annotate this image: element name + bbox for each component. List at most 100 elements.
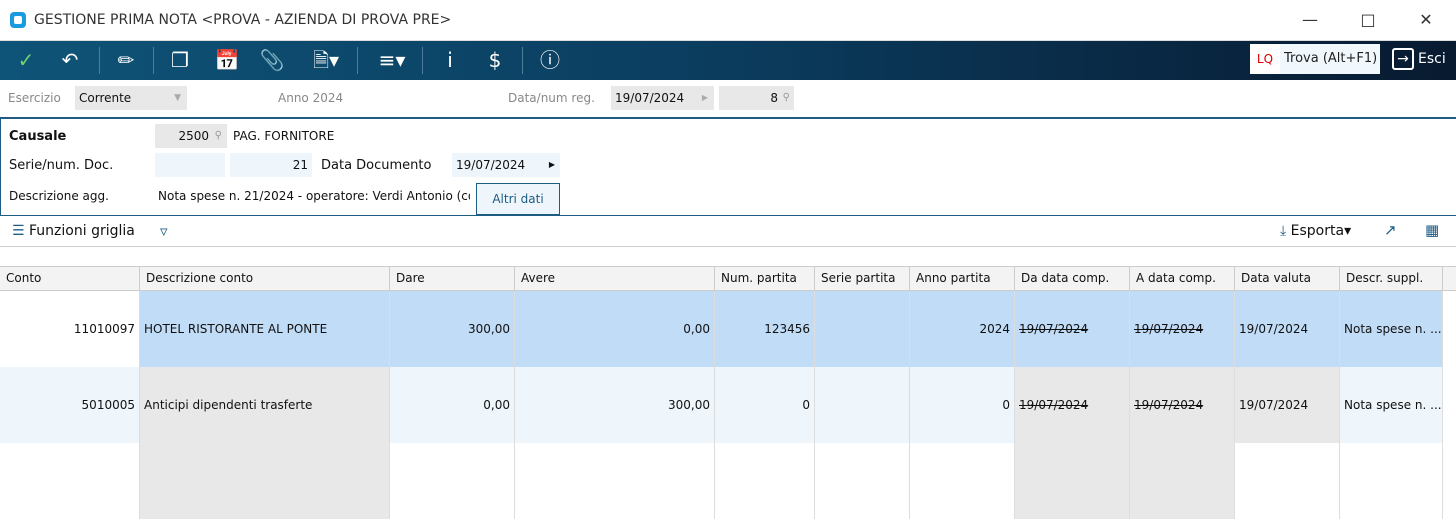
entries-grid: Conto Descrizione conto Dare Avere Num. part… (0, 266, 1456, 519)
grid-cell-anno[interactable]: 0 (910, 367, 1015, 443)
grid-cell-num_partita[interactable]: 123456 (715, 291, 815, 367)
empty-cell[interactable] (390, 443, 515, 519)
num-doc-input[interactable]: 21 (230, 153, 312, 177)
toolbar: ✓ ↶ ✏ ❐ 📅 📎 🗎▾ ≡▾ i $ ⓘ (0, 41, 1456, 80)
column-header[interactable]: Num. partita (715, 266, 815, 291)
serie-input[interactable] (155, 153, 225, 177)
grid-functions-button[interactable]: ☰ Funzioni griglia (12, 223, 135, 239)
grid-cell-suppl[interactable]: Nota spese n. ... (1340, 367, 1443, 443)
grid-cell-anno[interactable]: 2024 (910, 291, 1015, 367)
data-reg-field[interactable]: 19/07/2024 ▶ (611, 86, 714, 110)
num-reg-field[interactable]: 8 ⚲ (719, 86, 794, 110)
dollar-icon[interactable]: $ (475, 41, 515, 80)
empty-cell[interactable] (815, 443, 910, 519)
grid-cell-descr[interactable]: HOTEL RISTORANTE AL PONTE (140, 291, 390, 367)
column-header[interactable]: Conto (0, 266, 140, 291)
column-header[interactable] (1443, 266, 1456, 291)
grid-toolbar: ☰ Funzioni griglia ▿ ⤓ Esporta▾ ↗ ▦ (0, 217, 1456, 247)
separator (422, 47, 423, 74)
exit-icon: → (1392, 48, 1414, 70)
grid-cell-avere[interactable]: 0,00 (515, 291, 715, 367)
window-title: GESTIONE PRIMA NOTA <PROVA - AZIENDA DI … (34, 12, 452, 28)
column-header[interactable]: Da data comp. (1015, 266, 1130, 291)
grid-cell-avere[interactable]: 300,00 (515, 367, 715, 443)
column-header[interactable]: A data comp. (1130, 266, 1235, 291)
grid-cell-dare[interactable]: 300,00 (390, 291, 515, 367)
registration-header: Esercizio Corrente ▼ Anno 2024 Data/num r… (0, 80, 1456, 119)
empty-cell[interactable] (1340, 443, 1443, 519)
grid-cell-da_data[interactable]: 19/07/2024 (1015, 291, 1130, 367)
separator (357, 47, 358, 74)
document-menu-icon[interactable]: 🗎▾ (302, 41, 350, 80)
empty-cell[interactable] (1130, 443, 1235, 519)
export-label: Esporta (1290, 223, 1345, 239)
copy-icon[interactable]: ❐ (160, 41, 200, 80)
grid-cell-a_data[interactable]: 19/07/2024 (1130, 291, 1235, 367)
grid-cell-conto[interactable]: 5010005 (0, 367, 140, 443)
causale-code: 2500 (178, 129, 209, 143)
search-input[interactable]: Trova (Alt+F1) (1280, 44, 1380, 74)
download-icon: ⤓ (1280, 223, 1287, 239)
column-header[interactable]: Descr. suppl. (1340, 266, 1443, 291)
help-icon[interactable]: ⓘ (530, 41, 570, 80)
grid-cell-descr[interactable]: Anticipi dipendenti trasferte (140, 367, 390, 443)
document-form: Causale 2500 ⚲ PAG. FORNITORE Serie/num. … (0, 119, 1456, 216)
grid-cell-conto[interactable]: 11010097 (0, 291, 140, 367)
data-doc-field[interactable]: 19/07/2024 ▶ (452, 153, 560, 177)
arrow-right-icon: ▶ (701, 93, 708, 102)
grid-cell-valuta[interactable]: 19/07/2024 (1235, 367, 1340, 443)
calendar-search-icon[interactable]: 📅 (207, 41, 247, 80)
altri-dati-button[interactable]: Altri dati (476, 183, 560, 215)
grid-layout-icon[interactable]: ▦ (1425, 221, 1439, 239)
exit-label: Esci (1418, 51, 1446, 67)
minimize-button[interactable]: — (1290, 8, 1330, 32)
chart-icon[interactable]: ↗ (1384, 221, 1397, 239)
empty-cell[interactable] (1235, 443, 1340, 519)
num-reg-value: 8 (770, 91, 778, 105)
grid-cell-suppl[interactable]: Nota spese n. ... (1340, 291, 1443, 367)
empty-cell[interactable] (140, 443, 390, 519)
data-doc-value: 19/07/2024 (456, 158, 526, 172)
column-header[interactable]: Serie partita (815, 266, 910, 291)
undo-icon[interactable]: ↶ (50, 41, 90, 80)
grid-cell-num_partita[interactable]: 0 (715, 367, 815, 443)
info-icon[interactable]: i (430, 41, 470, 80)
grid-cell-valuta[interactable]: 19/07/2024 (1235, 291, 1340, 367)
confirm-check-icon[interactable]: ✓ (6, 41, 46, 80)
causale-label: Causale (9, 129, 67, 144)
search-icon: ⚲ (782, 92, 790, 103)
causale-code-field[interactable]: 2500 ⚲ (155, 124, 227, 148)
maximize-button[interactable]: □ (1348, 8, 1388, 32)
data-reg-value: 19/07/2024 (615, 91, 685, 105)
menu-icon[interactable]: ≡▾ (368, 41, 416, 80)
separator (99, 47, 100, 74)
column-header[interactable]: Dare (390, 266, 515, 291)
grid-cell-da_data[interactable]: 19/07/2024 (1015, 367, 1130, 443)
edit-pencil-icon[interactable]: ✏ (106, 41, 146, 80)
grid-cell-dare[interactable]: 0,00 (390, 367, 515, 443)
descr-agg-input[interactable]: Nota spese n. 21/2024 - operatore: Verdi… (158, 189, 470, 203)
esercizio-select[interactable]: Corrente ▼ (75, 86, 187, 110)
empty-cell[interactable] (715, 443, 815, 519)
separator (522, 47, 523, 74)
column-header[interactable]: Data valuta (1235, 266, 1340, 291)
exit-button[interactable]: → Esci (1392, 46, 1446, 72)
empty-cell[interactable] (910, 443, 1015, 519)
grid-cell-serie[interactable] (815, 291, 910, 367)
data-doc-label: Data Documento (321, 158, 432, 173)
descr-agg-label: Descrizione agg. (9, 189, 109, 203)
arrow-right-icon: ▶ (548, 160, 555, 169)
column-header[interactable]: Anno partita (910, 266, 1015, 291)
grid-cell-serie[interactable] (815, 367, 910, 443)
empty-cell[interactable] (0, 443, 140, 519)
grid-cell-a_data[interactable]: 19/07/2024 (1130, 367, 1235, 443)
grid-functions-label: Funzioni griglia (29, 223, 135, 239)
column-header[interactable]: Descrizione conto (140, 266, 390, 291)
export-button[interactable]: ⤓ Esporta▾ (1280, 223, 1351, 239)
filter-icon[interactable]: ▿ (160, 222, 168, 240)
empty-cell[interactable] (515, 443, 715, 519)
column-header[interactable]: Avere (515, 266, 715, 291)
close-button[interactable]: ✕ (1406, 8, 1446, 32)
attachment-icon[interactable]: 📎 (252, 41, 292, 80)
empty-cell[interactable] (1015, 443, 1130, 519)
